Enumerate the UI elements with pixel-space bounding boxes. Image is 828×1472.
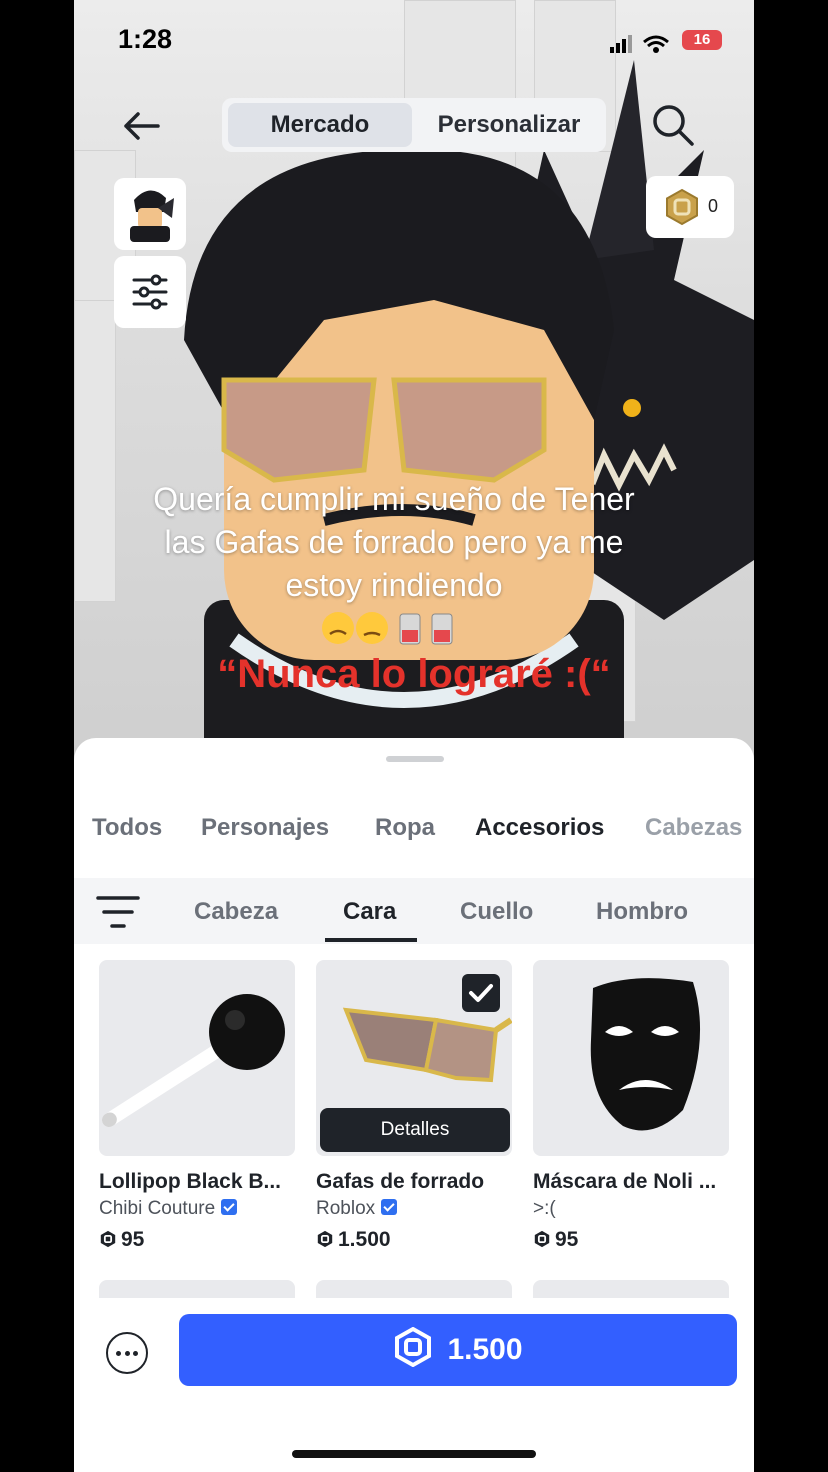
category-personajes[interactable]: Personajes <box>201 814 329 842</box>
signal-wifi-icon <box>610 35 669 53</box>
search-icon[interactable] <box>650 102 696 148</box>
verified-badge-icon <box>381 1199 398 1215</box>
item-price: 1.500 <box>316 1228 512 1252</box>
item-price: 95 <box>533 1228 729 1252</box>
buy-button[interactable]: 1.500 <box>179 1314 737 1386</box>
item-thumbnail[interactable] <box>533 960 729 1156</box>
robux-balance[interactable]: 0 <box>646 176 734 238</box>
item-thumbnail[interactable]: Detalles <box>316 960 512 1156</box>
subcategory-cara[interactable]: Cara <box>343 898 396 926</box>
subcategory-cuello[interactable]: Cuello <box>460 898 533 926</box>
mask-image <box>590 978 701 1131</box>
item-price-value: 95 <box>121 1228 145 1251</box>
item-creator: Roblox <box>316 1198 512 1220</box>
subcategory-bar: Cabeza Cara Cuello Hombro <box>74 878 754 944</box>
creator-name[interactable]: Chibi Couture <box>99 1198 215 1219</box>
catalog-item[interactable]: Lollipop Black B... Chibi Couture 95 <box>99 960 295 1252</box>
creator-name[interactable]: >:( <box>533 1198 556 1219</box>
category-accesorios[interactable]: Accesorios <box>475 814 604 842</box>
buy-price: 1.500 <box>447 1333 523 1366</box>
item-name: Máscara de Noli ... <box>533 1170 717 1193</box>
item-price-value: 95 <box>555 1228 579 1251</box>
sliders-icon <box>132 274 168 310</box>
item-name: Lollipop Black B... <box>99 1170 282 1193</box>
item-thumbnail[interactable] <box>99 960 295 1156</box>
sheet-drag-handle[interactable] <box>386 756 444 762</box>
creator-name[interactable]: Roblox <box>316 1198 375 1219</box>
customize-sliders-button[interactable] <box>114 256 186 328</box>
battery-indicator: 16 <box>682 30 722 50</box>
tab-mercado[interactable]: Mercado <box>228 103 412 147</box>
verified-badge-icon <box>221 1199 238 1215</box>
active-subcategory-indicator <box>325 938 417 942</box>
emoji-sticker <box>322 612 453 645</box>
category-cabezas[interactable]: Cabezas <box>645 814 742 842</box>
item-price-value: 1.500 <box>338 1228 391 1251</box>
item-name: Gafas de forrado <box>316 1170 485 1193</box>
more-icon[interactable] <box>106 1332 148 1374</box>
robux-icon <box>100 1230 116 1248</box>
clock: 1:28 <box>118 24 173 54</box>
avatar-thumbnail-button[interactable] <box>114 178 186 250</box>
details-button[interactable]: Detalles <box>320 1108 510 1152</box>
category-todos[interactable]: Todos <box>92 814 162 842</box>
item-price: 95 <box>99 1228 295 1252</box>
item-creator: >:( <box>533 1198 729 1220</box>
checkmark-icon <box>469 984 493 1002</box>
selected-checkbox[interactable] <box>462 974 500 1012</box>
phone-screen: 1:28 16 Mercado Personalizar 0 Quería cu… <box>74 0 754 1472</box>
status-bar: 1:28 16 <box>74 0 754 80</box>
lollipop-image <box>102 994 285 1127</box>
category-ropa[interactable]: Ropa <box>375 814 435 842</box>
robux-balance-value: 0 <box>708 196 719 216</box>
back-arrow-icon[interactable] <box>118 104 166 148</box>
robux-icon <box>395 1326 432 1368</box>
purchase-bar: 1.500 <box>74 1298 754 1472</box>
catalog-item[interactable]: Detalles Gafas de forrado Roblox 1.500 <box>316 960 512 1252</box>
tab-personalizar[interactable]: Personalizar <box>418 103 600 147</box>
overlay-quote: “Nunca lo lograré :(“ <box>217 652 611 696</box>
overlay-caption: Quería cumplir mi sueño de Tener las Gaf… <box>153 481 635 603</box>
avatar-preview[interactable]: 1:28 16 Mercado Personalizar 0 Quería cu… <box>74 0 754 760</box>
mode-switch: Mercado Personalizar <box>222 98 606 152</box>
robux-icon <box>534 1230 550 1248</box>
avatar-thumbnail-icon <box>130 190 174 242</box>
item-creator: Chibi Couture <box>99 1198 295 1220</box>
robux-icon <box>666 188 698 226</box>
home-indicator[interactable] <box>292 1450 536 1458</box>
subcategory-cabeza[interactable]: Cabeza <box>194 898 278 926</box>
filter-icon[interactable] <box>96 894 140 930</box>
robux-icon <box>317 1230 333 1248</box>
catalog-item[interactable]: Máscara de Noli ... >:( 95 <box>533 960 729 1252</box>
subcategory-hombro[interactable]: Hombro <box>596 898 688 926</box>
